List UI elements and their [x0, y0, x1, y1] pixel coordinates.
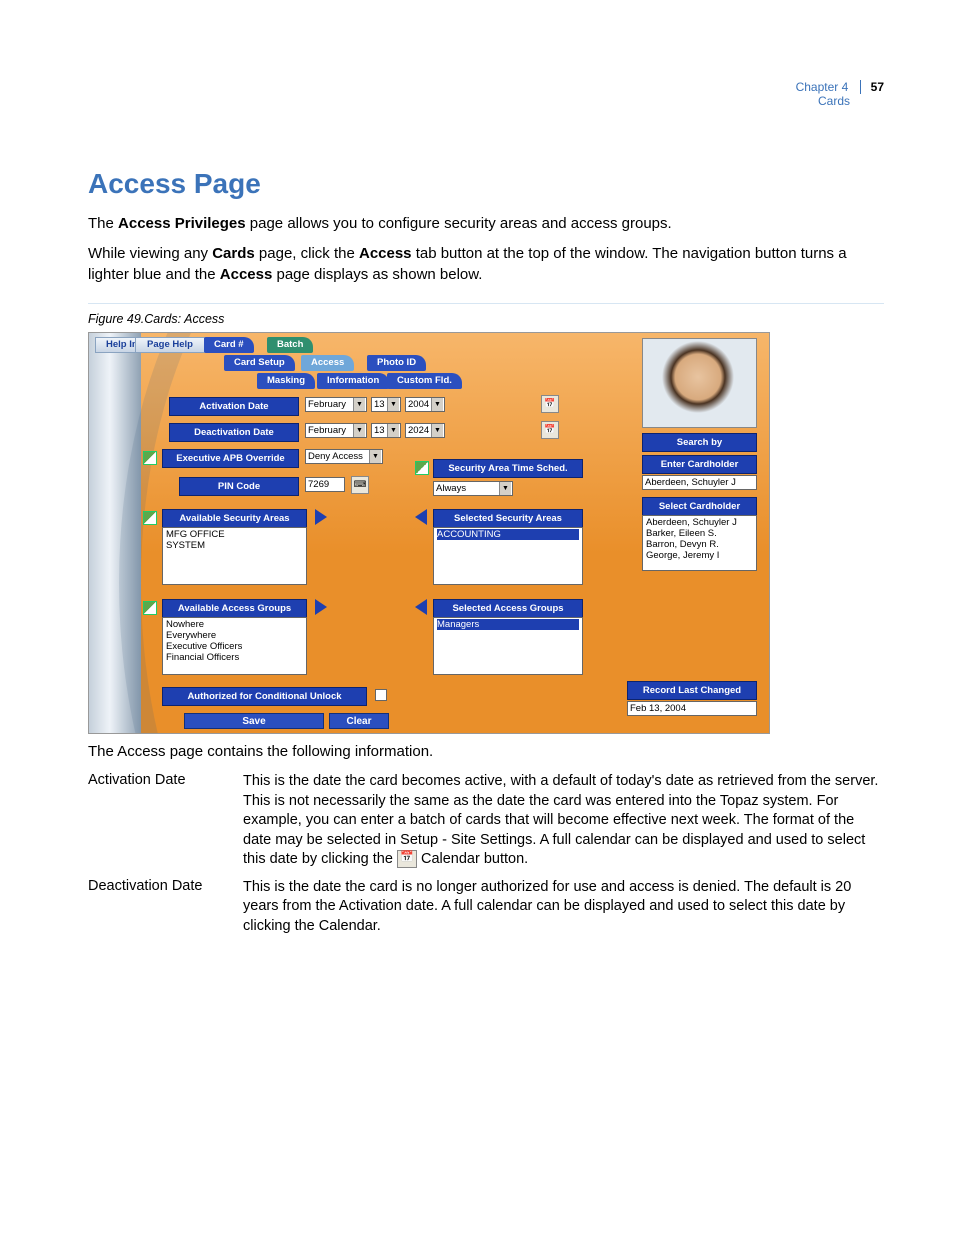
page-number: 57 [860, 80, 884, 94]
label-area-time-sched: Security Area Time Sched. [433, 459, 583, 478]
intro-paragraph-1: The Access Privileges page allows you to… [88, 214, 884, 234]
label-select-cardholder: Select Cardholder [642, 497, 757, 516]
tab-masking[interactable]: Masking [257, 373, 315, 389]
list-item[interactable]: Nowhere [166, 619, 303, 630]
label-apb-override: Executive APB Override [162, 449, 299, 468]
keypad-icon[interactable]: ⌨ [351, 476, 369, 494]
page-title: Access Page [88, 168, 884, 200]
list-available-areas[interactable]: MFG OFFICE SYSTEM [162, 527, 307, 585]
input-enter-cardholder[interactable]: Aberdeen, Schuyler J [642, 475, 757, 490]
tab-batch[interactable]: Batch [267, 337, 313, 353]
select-area-time-sched[interactable]: Always [433, 481, 513, 496]
value-record-last-changed: Feb 13, 2004 [627, 701, 757, 716]
arrow-left-icon[interactable] [415, 599, 427, 615]
list-item[interactable]: Barron, Devyn R. [646, 539, 753, 550]
select-activation-day[interactable]: 13 [371, 397, 401, 412]
list-item[interactable]: Barker, Eileen S. [646, 528, 753, 539]
clear-button[interactable]: Clear [329, 713, 389, 729]
list-item[interactable]: Executive Officers [166, 641, 303, 652]
figure-caption: Figure 49.Cards: Access [88, 312, 884, 326]
cardholder-photo [642, 338, 757, 428]
save-button[interactable]: Save [184, 713, 324, 729]
definition-desc: This is the date the card becomes active… [243, 772, 884, 870]
list-item[interactable]: SYSTEM [166, 540, 303, 551]
list-item[interactable]: Everywhere [166, 630, 303, 641]
list-item[interactable]: Managers [437, 619, 579, 630]
label-record-last-changed: Record Last Changed [627, 681, 757, 700]
label-selected-areas: Selected Security Areas [433, 509, 583, 528]
definition-row: Activation Date This is the date the car… [88, 772, 884, 870]
arrow-right-icon[interactable] [315, 599, 327, 615]
select-deactivation-year[interactable]: 2024 [405, 423, 445, 438]
select-activation-month[interactable]: February [305, 397, 367, 412]
label-search-by[interactable]: Search by [642, 433, 757, 452]
tab-card-number[interactable]: Card # [204, 337, 254, 353]
label-deactivation-date: Deactivation Date [169, 423, 299, 442]
flag-icon [143, 601, 157, 615]
label-activation-date: Activation Date [169, 397, 299, 416]
intro-paragraph-2: While viewing any Cards page, click the … [88, 244, 884, 285]
list-selected-groups[interactable]: Managers [433, 617, 583, 675]
section-label: Cards [88, 94, 850, 108]
label-pin-code: PIN Code [179, 477, 299, 496]
label-available-groups: Available Access Groups [162, 599, 307, 618]
label-conditional-unlock: Authorized for Conditional Unlock [162, 687, 367, 706]
list-item[interactable]: George, Jeremy I [646, 550, 753, 561]
list-selected-areas[interactable]: ACCOUNTING [433, 527, 583, 585]
tab-custom-fld[interactable]: Custom Fld. [387, 373, 462, 389]
left-steel-bar [89, 333, 141, 733]
tab-photo-id[interactable]: Photo ID [367, 355, 426, 371]
calendar-icon[interactable]: 📅 [541, 395, 559, 413]
select-deactivation-month[interactable]: February [305, 423, 367, 438]
tab-access[interactable]: Access [301, 355, 354, 371]
after-figure-text: The Access page contains the following i… [88, 742, 884, 762]
list-cardholders[interactable]: Aberdeen, Schuyler J Barker, Eileen S. B… [642, 515, 757, 571]
definition-list: Activation Date This is the date the car… [88, 772, 884, 937]
page-help-button[interactable]: Page Help [135, 337, 205, 353]
flag-icon [143, 451, 157, 465]
list-item[interactable]: Financial Officers [166, 652, 303, 663]
label-selected-groups: Selected Access Groups [433, 599, 583, 618]
checkbox-conditional-unlock[interactable] [375, 689, 387, 701]
tab-card-setup[interactable]: Card Setup [224, 355, 295, 371]
flag-icon [415, 461, 429, 475]
select-apb-override[interactable]: Deny Access [305, 449, 383, 464]
page-header: Chapter 4 57 Cards [88, 80, 884, 108]
list-item[interactable]: ACCOUNTING [437, 529, 579, 540]
definition-term: Deactivation Date [88, 878, 243, 937]
divider [88, 303, 884, 304]
label-available-areas: Available Security Areas [162, 509, 307, 528]
label-enter-cardholder: Enter Cardholder [642, 455, 757, 474]
definition-row: Deactivation Date This is the date the c… [88, 878, 884, 937]
select-deactivation-day[interactable]: 13 [371, 423, 401, 438]
arrow-right-icon[interactable] [315, 509, 327, 525]
tab-information[interactable]: Information [317, 373, 389, 389]
arrow-left-icon[interactable] [415, 509, 427, 525]
select-activation-year[interactable]: 2004 [405, 397, 445, 412]
chapter-label: Chapter 4 [796, 80, 849, 94]
screenshot-access-page: Help Index Page Help Card # Batch Card S… [88, 332, 770, 734]
definition-desc: This is the date the card is no longer a… [243, 878, 884, 937]
list-item[interactable]: Aberdeen, Schuyler J [646, 517, 753, 528]
calendar-icon[interactable]: 📅 [541, 421, 559, 439]
list-available-groups[interactable]: Nowhere Everywhere Executive Officers Fi… [162, 617, 307, 675]
flag-icon [143, 511, 157, 525]
input-pin-code[interactable]: 7269 [305, 477, 345, 492]
definition-term: Activation Date [88, 772, 243, 870]
list-item[interactable]: MFG OFFICE [166, 529, 303, 540]
calendar-icon [397, 850, 417, 868]
